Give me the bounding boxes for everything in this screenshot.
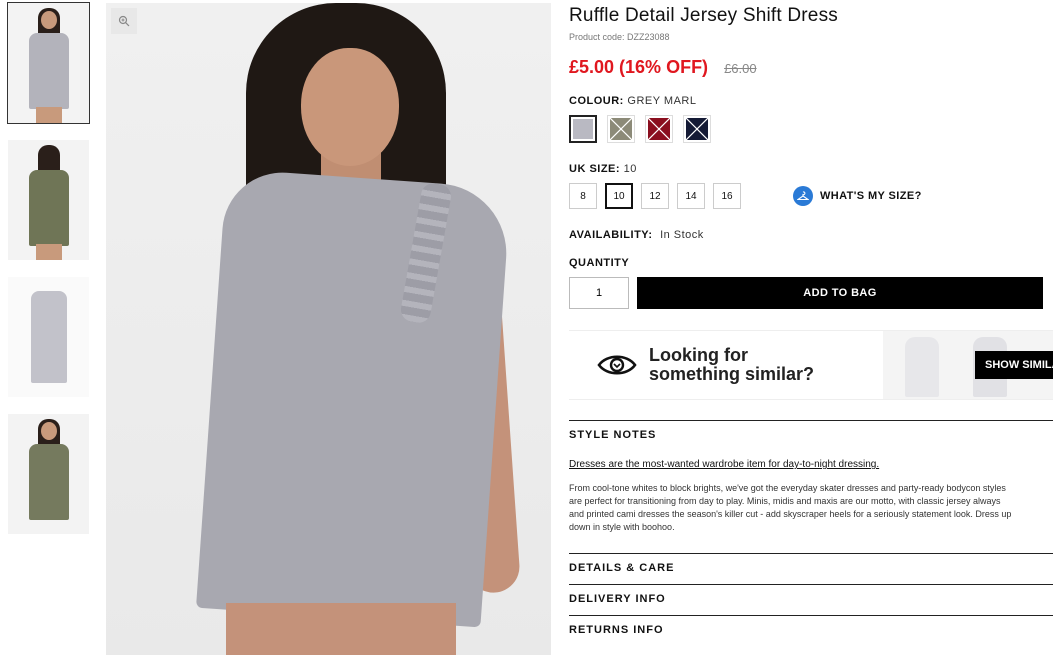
model-legs — [226, 603, 456, 655]
unavailable-cross-icon — [686, 118, 708, 140]
thumbnail-4[interactable] — [8, 414, 89, 534]
thumb-figure-dress — [28, 444, 69, 520]
quantity-row: ADD TO BAG — [569, 277, 1053, 309]
size-option-14[interactable]: 14 — [677, 183, 705, 209]
style-notes-section: STYLE NOTES Dresses are the most-wanted … — [569, 420, 1053, 534]
size-option-16[interactable]: 16 — [713, 183, 741, 209]
similar-items-banner[interactable]: Looking for something similar? SHOW SIMI… — [569, 330, 1053, 400]
colour-label: COLOUR: — [569, 95, 624, 107]
product-info-panel: Ruffle Detail Jersey Shift Dress Product… — [569, 0, 1053, 646]
size-option-10[interactable]: 10 — [605, 183, 633, 209]
size-label: UK SIZE: — [569, 163, 621, 175]
similar-preview-1 — [905, 337, 939, 397]
size-option-8[interactable]: 8 — [569, 183, 597, 209]
model-face — [301, 48, 399, 166]
thumb-figure-head — [40, 422, 57, 440]
availability-label: AVAILABILITY: — [569, 229, 653, 241]
availability: AVAILABILITY: In Stock — [569, 229, 1053, 241]
style-notes-line: are perfect for transitioning from day t… — [569, 496, 1001, 506]
whats-my-size-label: WHAT'S MY SIZE? — [820, 190, 922, 202]
similar-text: Looking for something similar? — [649, 346, 814, 384]
colour-heading: COLOUR: GREY MARL — [569, 95, 1053, 107]
thumbnail-1[interactable] — [7, 2, 90, 124]
thumb-figure-dress — [28, 170, 69, 246]
delivery-info-accordion[interactable]: DELIVERY INFO — [569, 584, 1053, 615]
size-heading: UK SIZE: 10 — [569, 163, 1053, 175]
product-code: Product code: DZZ23088 — [569, 32, 670, 42]
details-care-accordion[interactable]: DETAILS & CARE — [569, 553, 1053, 584]
swatch-navy[interactable] — [683, 115, 711, 143]
size-option-12[interactable]: 12 — [641, 183, 669, 209]
availability-value: In Stock — [660, 229, 704, 241]
similar-line-2: something similar? — [649, 364, 815, 384]
colour-selected-value: GREY MARL — [627, 95, 697, 107]
quantity-input[interactable] — [569, 277, 629, 309]
style-notes-heading[interactable]: STYLE NOTES — [569, 421, 1053, 441]
zoom-icon — [118, 15, 130, 27]
thumb-flat-dress — [30, 291, 67, 383]
size-options: 8 10 12 14 16 WHAT'S MY SIZE? — [569, 183, 1053, 209]
size-selected-value: 10 — [623, 163, 637, 175]
style-notes-lead: Dresses are the most-wanted wardrobe ite… — [569, 459, 880, 470]
product-title: Ruffle Detail Jersey Shift Dress — [569, 5, 838, 26]
thumbnail-gallery — [7, 2, 90, 551]
style-notes-line: and printed cami dresses the season's ki… — [569, 509, 1012, 519]
unavailable-cross-icon — [648, 118, 670, 140]
zoom-button[interactable] — [111, 8, 137, 34]
hanger-icon — [793, 186, 813, 206]
thumb-figure-legs — [35, 107, 62, 123]
sale-price: £5.00 (16% OFF) — [569, 57, 709, 77]
style-notes-body: From cool-tone whites to block brights, … — [569, 482, 1053, 534]
add-to-bag-button[interactable]: ADD TO BAG — [637, 277, 1043, 309]
main-product-image[interactable] — [106, 3, 551, 655]
similar-line-1: Looking for — [649, 345, 748, 365]
colour-swatches — [569, 115, 1053, 143]
swatch-khaki[interactable] — [607, 115, 635, 143]
thumb-figure-legs — [35, 244, 62, 260]
style-notes-line: From cool-tone whites to block brights, … — [569, 483, 1006, 493]
original-price: £6.00 — [724, 61, 757, 76]
swatch-burgundy[interactable] — [645, 115, 673, 143]
thumbnail-2[interactable] — [8, 140, 89, 260]
quantity-label: QUANTITY — [569, 257, 630, 269]
style-notes-line: down in style with boohoo. — [569, 522, 675, 532]
show-similar-button[interactable]: SHOW SIMILAR — [975, 351, 1053, 379]
thumb-figure-head — [40, 11, 57, 29]
thumb-figure-dress — [28, 33, 69, 109]
whats-my-size-link[interactable]: WHAT'S MY SIZE? — [793, 186, 922, 206]
eye-icon — [597, 355, 637, 375]
model-dress — [196, 168, 511, 628]
swatch-grey-marl[interactable] — [569, 115, 597, 143]
price-row: £5.00 (16% OFF) £6.00 — [569, 57, 1053, 78]
unavailable-cross-icon — [610, 118, 632, 140]
returns-info-accordion[interactable]: RETURNS INFO — [569, 615, 1053, 646]
thumbnail-3[interactable] — [8, 277, 89, 397]
